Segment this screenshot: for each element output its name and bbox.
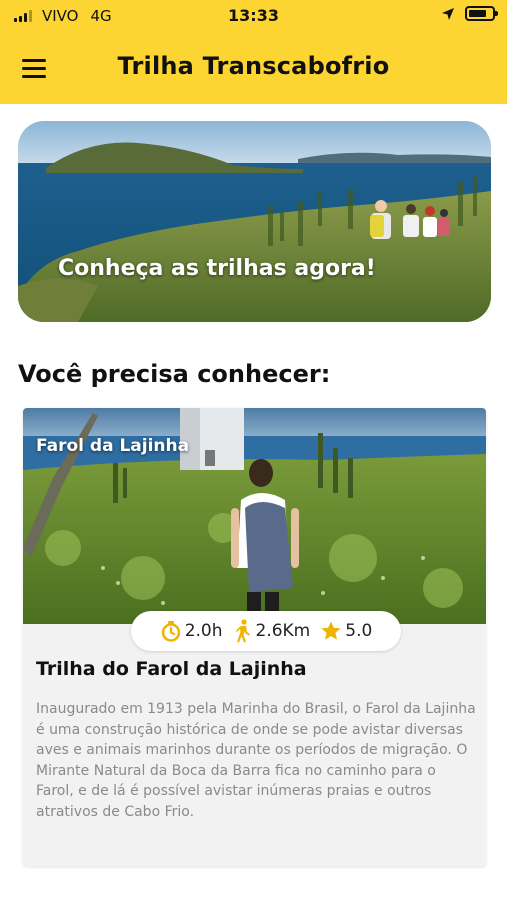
duration-value: 2.0h: [184, 621, 223, 641]
trail-card-image: Farol da Lajinha: [23, 408, 486, 624]
battery-icon: [465, 6, 498, 21]
status-time: 13:33: [228, 6, 279, 25]
status-bar: VIVO 4G 13:33: [0, 0, 507, 32]
trail-card-description: Inaugurado em 1913 pela Marinha do Brasi…: [36, 701, 476, 820]
hero-caption: Conheça as trilhas agora!: [58, 256, 376, 281]
walking-person-icon: [235, 619, 250, 643]
hero-banner[interactable]: Conheça as trilhas agora!: [18, 121, 491, 322]
status-right: [441, 6, 498, 21]
distance-stat: 2.6Km: [233, 619, 311, 643]
location-arrow-icon: [442, 7, 454, 20]
rating-stat: 5.0: [320, 620, 372, 642]
stopwatch-icon: [161, 621, 180, 642]
duration-stat: 2.0h: [160, 620, 223, 642]
rating-value: 5.0: [345, 621, 373, 641]
app-bar: Trilha Transcabofrio: [0, 32, 507, 104]
trail-image-label: Farol da Lajinha: [36, 436, 190, 456]
hero-photo: [18, 121, 491, 322]
app-title: Trilha Transcabofrio: [117, 52, 390, 80]
trail-card[interactable]: Farol da Lajinha 2.0h 2.6Km 5.0 Trilha d…: [23, 408, 486, 866]
trail-card-title: Trilha do Farol da Lajinha: [36, 658, 307, 680]
distance-value: 2.6Km: [255, 621, 311, 641]
star-icon: [321, 621, 341, 640]
trail-stats: 2.0h 2.6Km 5.0: [131, 611, 401, 651]
section-title: Você precisa conhecer:: [18, 360, 331, 388]
